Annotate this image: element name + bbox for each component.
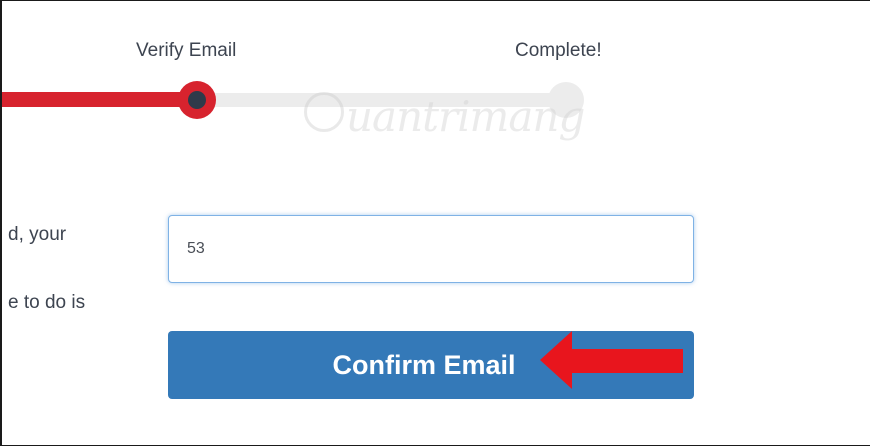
step-marker-current-dot — [188, 91, 206, 109]
verification-code-input[interactable] — [168, 215, 694, 283]
instruction-text-line-2: e to do is — [8, 292, 86, 313]
progress-track-completed — [2, 92, 198, 107]
instruction-text-line-1: d, your — [8, 224, 67, 245]
step-label-complete: Complete! — [515, 40, 602, 61]
step-marker-complete — [548, 82, 584, 118]
confirm-email-button-label: Confirm Email — [332, 349, 516, 380]
progress-track — [196, 93, 568, 107]
step-label-verify-email: Verify Email — [136, 40, 237, 61]
red-arrow-annotation-icon — [540, 331, 683, 389]
step-marker-verify-email — [178, 81, 216, 119]
